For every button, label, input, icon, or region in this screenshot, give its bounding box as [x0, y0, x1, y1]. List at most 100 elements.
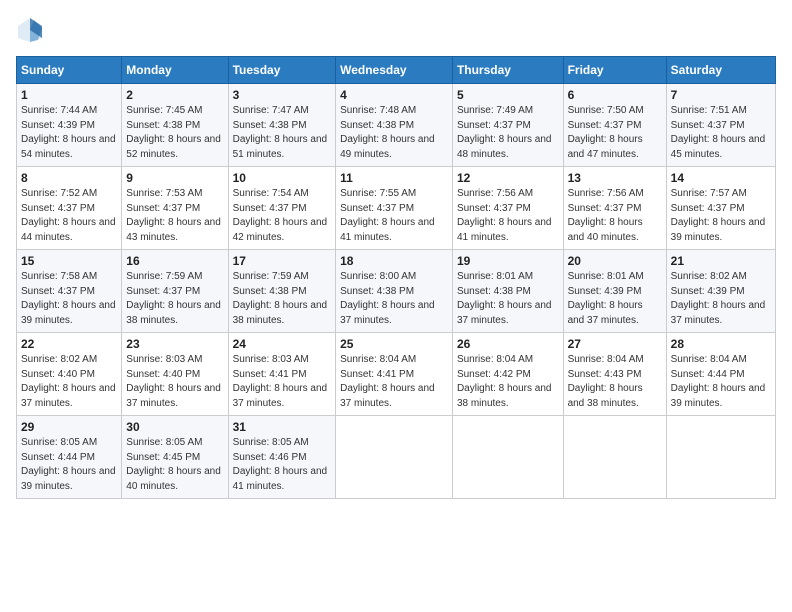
day-number: 22 [21, 337, 117, 351]
day-number: 28 [671, 337, 771, 351]
day-number: 12 [457, 171, 559, 185]
day-cell: 10 Sunrise: 7:54 AMSunset: 4:37 PMDayligh… [228, 167, 336, 250]
day-detail: Sunrise: 7:58 AMSunset: 4:37 PMDaylight:… [21, 271, 116, 326]
day-detail: Sunrise: 7:51 AMSunset: 4:37 PMDaylight:… [671, 105, 766, 160]
day-cell: 6 Sunrise: 7:50 AMSunset: 4:37 PMDaylight… [563, 84, 666, 167]
day-number: 17 [233, 254, 332, 268]
day-number: 4 [340, 88, 448, 102]
day-detail: Sunrise: 8:04 AMSunset: 4:44 PMDaylight:… [671, 354, 766, 409]
day-detail: Sunrise: 8:02 AMSunset: 4:39 PMDaylight:… [671, 271, 766, 326]
day-detail: Sunrise: 8:00 AMSunset: 4:38 PMDaylight:… [340, 271, 435, 326]
day-detail: Sunrise: 8:04 AMSunset: 4:41 PMDaylight:… [340, 354, 435, 409]
day-number: 24 [233, 337, 332, 351]
day-number: 23 [126, 337, 223, 351]
day-number: 25 [340, 337, 448, 351]
day-cell [666, 416, 775, 499]
week-row-5: 29Sunrise: 8:05 AMSunset: 4:44 PMDayligh… [17, 416, 776, 499]
day-number: 30 [126, 420, 223, 434]
day-cell: 21 Sunrise: 8:02 AMSunset: 4:39 PMDayligh… [666, 250, 775, 333]
day-cell: 23 Sunrise: 8:03 AMSunset: 4:40 PMDayligh… [122, 333, 228, 416]
day-cell: 14 Sunrise: 7:57 AMSunset: 4:37 PMDayligh… [666, 167, 775, 250]
day-cell: 2 Sunrise: 7:45 AMSunset: 4:38 PMDaylight… [122, 84, 228, 167]
day-number: 11 [340, 171, 448, 185]
day-number: 29 [21, 420, 117, 434]
day-cell: 1 Sunrise: 7:44 AMSunset: 4:39 PMDaylight… [17, 84, 122, 167]
day-detail: Sunrise: 8:04 AMSunset: 4:43 PMDaylight:… [568, 354, 644, 409]
day-number: 16 [126, 254, 223, 268]
day-cell: 13Sunrise: 7:56 AMSunset: 4:37 PMDayligh… [563, 167, 666, 250]
day-number: 1 [21, 88, 117, 102]
day-number: 7 [671, 88, 771, 102]
day-cell: 30 Sunrise: 8:05 AMSunset: 4:45 PMDayligh… [122, 416, 228, 499]
day-cell: 5 Sunrise: 7:49 AMSunset: 4:37 PMDaylight… [452, 84, 563, 167]
day-number: 3 [233, 88, 332, 102]
day-detail: Sunrise: 8:03 AMSunset: 4:40 PMDaylight:… [126, 354, 221, 409]
day-number: 27 [568, 337, 662, 351]
day-number: 15 [21, 254, 117, 268]
day-detail: Sunrise: 8:03 AMSunset: 4:41 PMDaylight:… [233, 354, 328, 409]
day-detail: Sunrise: 7:45 AMSunset: 4:38 PMDaylight:… [126, 105, 221, 160]
day-detail: Sunrise: 8:01 AMSunset: 4:39 PMDaylight:… [568, 271, 644, 326]
col-header-sunday: Sunday [17, 57, 122, 84]
day-cell [336, 416, 453, 499]
day-detail: Sunrise: 7:59 AMSunset: 4:38 PMDaylight:… [233, 271, 328, 326]
calendar-header-row: SundayMondayTuesdayWednesdayThursdayFrid… [17, 57, 776, 84]
day-cell: 27 Sunrise: 8:04 AMSunset: 4:43 PMDayligh… [563, 333, 666, 416]
day-cell [563, 416, 666, 499]
week-row-1: 1 Sunrise: 7:44 AMSunset: 4:39 PMDaylight… [17, 84, 776, 167]
col-header-saturday: Saturday [666, 57, 775, 84]
day-number: 9 [126, 171, 223, 185]
page-container: SundayMondayTuesdayWednesdayThursdayFrid… [0, 0, 792, 509]
day-cell: 26 Sunrise: 8:04 AMSunset: 4:42 PMDayligh… [452, 333, 563, 416]
day-cell: 18 Sunrise: 8:00 AMSunset: 4:38 PMDayligh… [336, 250, 453, 333]
col-header-friday: Friday [563, 57, 666, 84]
day-cell: 31Sunrise: 8:05 AMSunset: 4:46 PMDayligh… [228, 416, 336, 499]
week-row-2: 8Sunrise: 7:52 AMSunset: 4:37 PMDaylight… [17, 167, 776, 250]
day-detail: Sunrise: 8:01 AMSunset: 4:38 PMDaylight:… [457, 271, 552, 326]
day-cell: 22 Sunrise: 8:02 AMSunset: 4:40 PMDayligh… [17, 333, 122, 416]
day-detail: Sunrise: 7:47 AMSunset: 4:38 PMDaylight:… [233, 105, 328, 160]
day-cell: 9Sunrise: 7:53 AMSunset: 4:37 PMDaylight… [122, 167, 228, 250]
day-detail: Sunrise: 8:05 AMSunset: 4:46 PMDaylight:… [233, 437, 328, 492]
day-cell: 11 Sunrise: 7:55 AMSunset: 4:37 PMDayligh… [336, 167, 453, 250]
week-row-3: 15 Sunrise: 7:58 AMSunset: 4:37 PMDayligh… [17, 250, 776, 333]
day-detail: Sunrise: 7:50 AMSunset: 4:37 PMDaylight:… [568, 105, 644, 160]
day-detail: Sunrise: 7:49 AMSunset: 4:37 PMDaylight:… [457, 105, 552, 160]
day-detail: Sunrise: 7:52 AMSunset: 4:37 PMDaylight:… [21, 188, 116, 243]
logo-icon [16, 16, 44, 44]
day-cell: 24 Sunrise: 8:03 AMSunset: 4:41 PMDayligh… [228, 333, 336, 416]
page-header [16, 16, 776, 44]
day-detail: Sunrise: 8:02 AMSunset: 4:40 PMDaylight:… [21, 354, 116, 409]
day-detail: Sunrise: 7:56 AMSunset: 4:37 PMDaylight:… [568, 188, 644, 243]
day-cell: 16Sunrise: 7:59 AMSunset: 4:37 PMDayligh… [122, 250, 228, 333]
day-detail: Sunrise: 7:55 AMSunset: 4:37 PMDaylight:… [340, 188, 435, 243]
day-cell: 8Sunrise: 7:52 AMSunset: 4:37 PMDaylight… [17, 167, 122, 250]
day-detail: Sunrise: 7:56 AMSunset: 4:37 PMDaylight:… [457, 188, 552, 243]
day-number: 5 [457, 88, 559, 102]
day-cell: 28 Sunrise: 8:04 AMSunset: 4:44 PMDayligh… [666, 333, 775, 416]
day-detail: Sunrise: 7:57 AMSunset: 4:37 PMDaylight:… [671, 188, 766, 243]
day-cell [452, 416, 563, 499]
day-cell: 29Sunrise: 8:05 AMSunset: 4:44 PMDayligh… [17, 416, 122, 499]
week-row-4: 22 Sunrise: 8:02 AMSunset: 4:40 PMDayligh… [17, 333, 776, 416]
day-cell: 15 Sunrise: 7:58 AMSunset: 4:37 PMDayligh… [17, 250, 122, 333]
day-detail: Sunrise: 8:05 AMSunset: 4:45 PMDaylight:… [126, 437, 221, 492]
day-number: 14 [671, 171, 771, 185]
day-number: 21 [671, 254, 771, 268]
day-number: 10 [233, 171, 332, 185]
day-cell: 20 Sunrise: 8:01 AMSunset: 4:39 PMDayligh… [563, 250, 666, 333]
day-number: 26 [457, 337, 559, 351]
day-detail: Sunrise: 8:04 AMSunset: 4:42 PMDaylight:… [457, 354, 552, 409]
day-detail: Sunrise: 7:54 AMSunset: 4:37 PMDaylight:… [233, 188, 328, 243]
day-number: 19 [457, 254, 559, 268]
col-header-monday: Monday [122, 57, 228, 84]
day-cell: 19 Sunrise: 8:01 AMSunset: 4:38 PMDayligh… [452, 250, 563, 333]
day-cell: 3 Sunrise: 7:47 AMSunset: 4:38 PMDaylight… [228, 84, 336, 167]
day-detail: Sunrise: 7:44 AMSunset: 4:39 PMDaylight:… [21, 105, 116, 160]
day-number: 2 [126, 88, 223, 102]
day-number: 6 [568, 88, 662, 102]
day-number: 20 [568, 254, 662, 268]
day-number: 18 [340, 254, 448, 268]
day-cell: 12 Sunrise: 7:56 AMSunset: 4:37 PMDayligh… [452, 167, 563, 250]
col-header-tuesday: Tuesday [228, 57, 336, 84]
